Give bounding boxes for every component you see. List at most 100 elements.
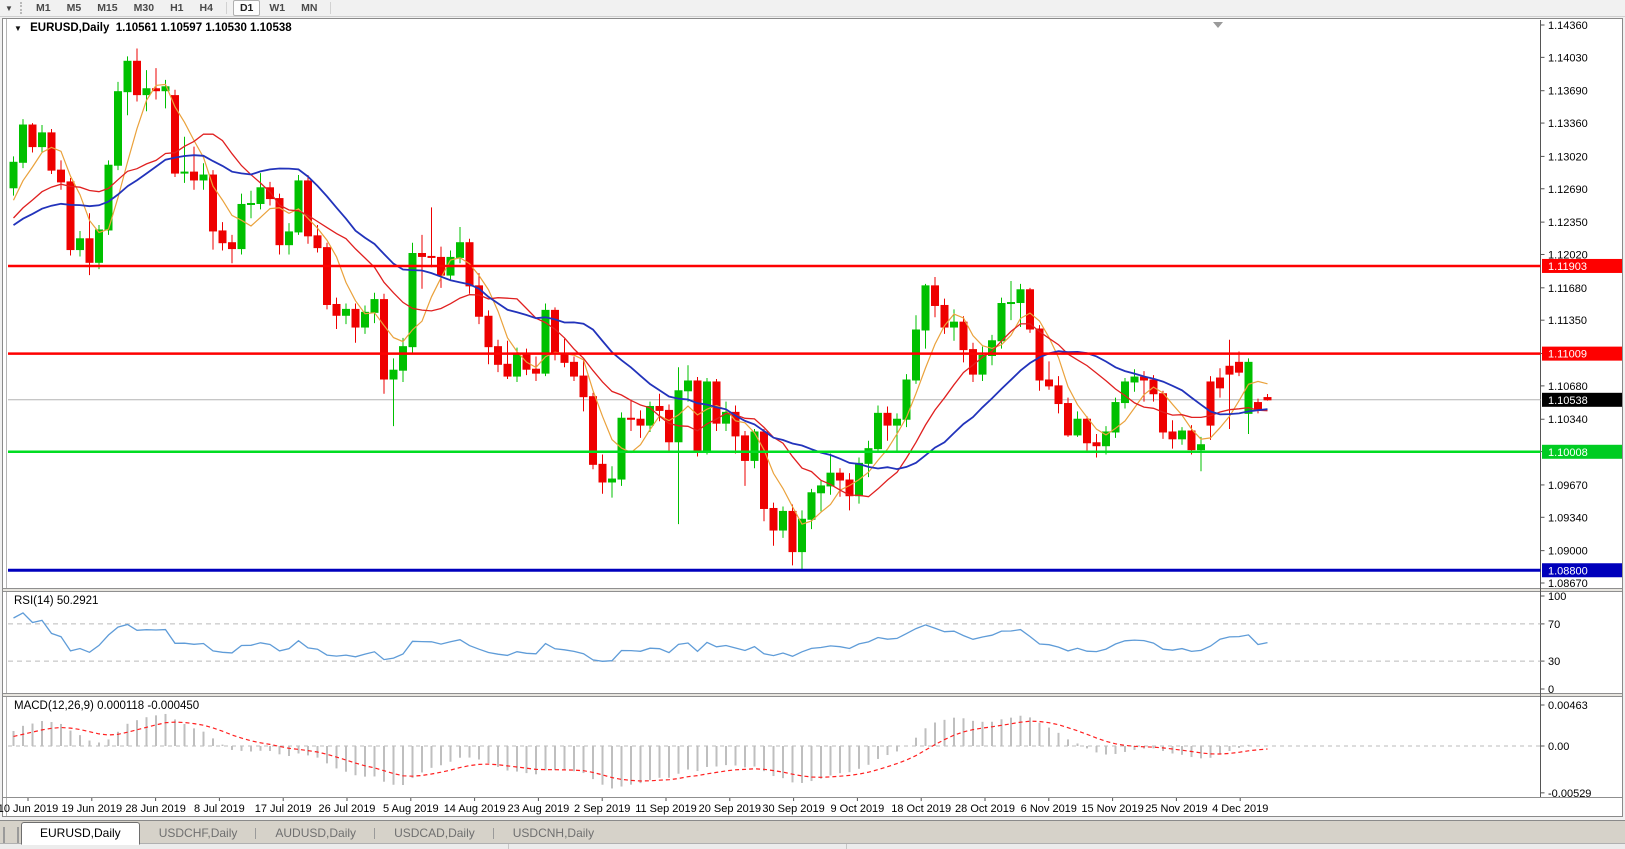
price-tick-label: 1.09670 xyxy=(1548,480,1588,492)
date-label: 17 Jul 2019 xyxy=(255,803,312,815)
date-label: 23 Aug 2019 xyxy=(508,803,570,815)
date-label: 4 Dec 2019 xyxy=(1212,803,1268,815)
candle xyxy=(1065,398,1072,437)
date-label: 9 Oct 2019 xyxy=(830,803,884,815)
candle xyxy=(324,243,331,310)
price-tick-label: 1.12350 xyxy=(1548,217,1588,229)
candle xyxy=(67,178,74,255)
price-tick-label: 1.13020 xyxy=(1548,151,1588,163)
date-label: 28 Jun 2019 xyxy=(125,803,186,815)
candle xyxy=(105,160,112,235)
timeframe-button-d1[interactable]: D1 xyxy=(233,0,260,16)
date-label: 14 Aug 2019 xyxy=(444,803,506,815)
svg-text:1.11903: 1.11903 xyxy=(1548,261,1587,273)
candle xyxy=(381,294,388,394)
date-label: 18 Oct 2019 xyxy=(891,803,951,815)
price-tick-label: 1.11350 xyxy=(1548,315,1587,327)
candle xyxy=(409,243,416,353)
price-tick-label: 1.09000 xyxy=(1548,546,1588,558)
date-label: 11 Sep 2019 xyxy=(635,803,697,815)
candle xyxy=(542,304,549,377)
status-divider xyxy=(846,844,847,849)
chart-dropdown-icon[interactable]: ▼ xyxy=(0,4,18,13)
price-tick-label: 1.12690 xyxy=(1548,184,1588,196)
candle xyxy=(172,90,179,177)
tab-usdcnh[interactable]: USDCNH,Daily xyxy=(494,822,613,844)
status-bar xyxy=(0,843,1625,849)
price-tick-label: 1.08670 xyxy=(1548,578,1588,590)
macd-axis-label: 0.00 xyxy=(1548,741,1569,753)
timeframe-button-m1[interactable]: M1 xyxy=(29,0,58,16)
rsi-axis-label: 70 xyxy=(1548,619,1560,631)
timeframe-button-m30[interactable]: M30 xyxy=(127,0,161,16)
price-badge: 1.11009 xyxy=(1542,347,1622,361)
date-label: 15 Nov 2019 xyxy=(1081,803,1143,815)
tab-audusd[interactable]: AUDUSD,Daily xyxy=(256,822,375,844)
price-badge: 1.10538 xyxy=(1542,393,1622,407)
candle xyxy=(704,378,711,454)
candle xyxy=(694,377,701,456)
macd-axis-label: 0.00463 xyxy=(1548,700,1588,712)
candle xyxy=(903,374,910,427)
date-label: 20 Sep 2019 xyxy=(699,803,761,815)
tab-scroll-grip[interactable] xyxy=(3,827,19,843)
date-label: 30 Sep 2019 xyxy=(762,803,824,815)
price-badge: 1.11903 xyxy=(1542,259,1622,273)
svg-text:1.10008: 1.10008 xyxy=(1548,447,1588,459)
status-divider xyxy=(508,844,509,849)
price-tick-label: 1.13690 xyxy=(1548,86,1588,98)
toolbar-separator xyxy=(226,2,227,14)
price-tick-label: 1.10340 xyxy=(1548,414,1588,426)
timeframe-button-mn[interactable]: MN xyxy=(294,0,324,16)
timeframe-button-m15[interactable]: M15 xyxy=(90,0,124,16)
price-tick-label: 1.09340 xyxy=(1548,512,1588,524)
candle xyxy=(761,429,768,521)
macd-axis-label: -0.00529 xyxy=(1548,788,1591,800)
rsi-axis-label: 100 xyxy=(1548,591,1566,603)
candle xyxy=(115,82,122,170)
svg-text:1.10538: 1.10538 xyxy=(1548,395,1588,407)
svg-text:1.08800: 1.08800 xyxy=(1548,565,1588,577)
rsi-axis-label: 0 xyxy=(1548,684,1554,696)
chart-surface[interactable]: 1.14360 1.14030 1.13690 1.13360 1.13020 1.126… xyxy=(0,16,1625,820)
tab-usdcad[interactable]: USDCAD,Daily xyxy=(375,822,494,844)
date-label: 2 Sep 2019 xyxy=(574,803,630,815)
price-tick-label: 1.10680 xyxy=(1548,381,1588,393)
timeframe-buttons: M1M5M15M30H1H4 D1W1MN xyxy=(28,0,336,16)
timeframe-button-m5[interactable]: M5 xyxy=(60,0,89,16)
date-label: 6 Nov 2019 xyxy=(1021,803,1077,815)
symbol-tabs: EURUSD,DailyUSDCHF,DailyAUDUSD,DailyUSDC… xyxy=(21,822,613,844)
tab-eurusd[interactable]: EURUSD,Daily xyxy=(21,822,140,845)
date-label: 26 Jul 2019 xyxy=(319,803,376,815)
candle xyxy=(295,175,302,235)
date-label: 19 Jun 2019 xyxy=(62,803,123,815)
date-label: 5 Aug 2019 xyxy=(383,803,439,815)
rsi-axis-label: 30 xyxy=(1548,656,1560,668)
date-label: 28 Oct 2019 xyxy=(955,803,1015,815)
tab-usdchf[interactable]: USDCHF,Daily xyxy=(140,822,257,844)
date-label: 8 Jul 2019 xyxy=(194,803,245,815)
timeframe-button-h4[interactable]: H4 xyxy=(193,0,220,16)
price-badge: 1.08800 xyxy=(1542,563,1622,577)
date-label: 10 Jun 2019 xyxy=(0,803,58,815)
toolbar-grip[interactable] xyxy=(20,2,22,14)
price-tick-label: 1.14360 xyxy=(1548,20,1588,32)
svg-text:1.11009: 1.11009 xyxy=(1548,349,1587,361)
toolbar-separator xyxy=(330,2,331,14)
date-label: 25 Nov 2019 xyxy=(1145,803,1207,815)
candle xyxy=(590,393,597,469)
price-tick-label: 1.14030 xyxy=(1548,52,1588,64)
timeframe-toolbar: ▼ M1M5M15M30H1H4 D1W1MN xyxy=(0,0,1625,17)
price-tick-label: 1.11680 xyxy=(1548,283,1587,295)
candle xyxy=(1112,398,1119,438)
trading-terminal: { "toolbar": { "dropdown_icon": "chart-l… xyxy=(0,0,1625,849)
timeframe-button-h1[interactable]: H1 xyxy=(163,0,190,16)
candle xyxy=(20,119,27,168)
price-tick-label: 1.13360 xyxy=(1548,118,1588,130)
candle xyxy=(305,175,312,244)
candle xyxy=(1160,391,1167,439)
candle xyxy=(48,129,55,174)
price-badge: 1.10008 xyxy=(1542,445,1622,459)
symbol-tab-bar: EURUSD,DailyUSDCHF,DailyAUDUSD,DailyUSDC… xyxy=(0,820,1625,844)
timeframe-button-w1[interactable]: W1 xyxy=(262,0,292,16)
